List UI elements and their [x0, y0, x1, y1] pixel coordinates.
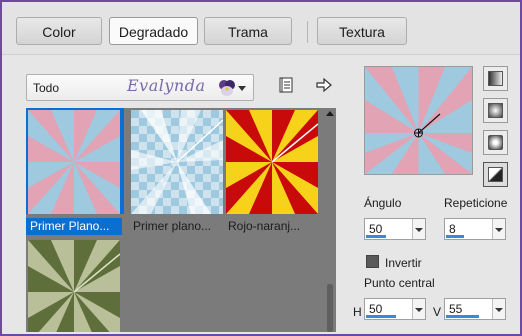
- center-v-value: 55: [449, 302, 463, 316]
- gallery-caption: Primer plano...: [133, 219, 212, 233]
- gallery-item[interactable]: [26, 108, 124, 214]
- angle-dropdown-icon[interactable]: [412, 219, 425, 239]
- linear-gradient-icon: [488, 71, 503, 86]
- center-v-slider-fill: [446, 315, 479, 318]
- gradient-preview-image: [365, 67, 472, 174]
- gallery-item[interactable]: [224, 108, 320, 214]
- linear-style-button[interactable]: [483, 66, 508, 91]
- center-point-label: Punto central: [364, 276, 435, 290]
- rectangular-gradient-icon: [488, 103, 503, 118]
- center-h-input[interactable]: 50: [364, 298, 426, 320]
- scroll-up-icon[interactable]: [326, 111, 334, 116]
- gradient-thumbnail: [226, 110, 318, 214]
- center-h-value: 50: [369, 302, 383, 316]
- tab-color[interactable]: Color: [16, 17, 102, 45]
- angle-input[interactable]: 50: [364, 218, 426, 240]
- gradient-preview[interactable]: [364, 66, 473, 175]
- gallery-scrollbar[interactable]: [324, 108, 336, 332]
- repeat-slider-fill: [446, 235, 464, 238]
- tab-bar: Color Degradado Trama Textura: [2, 2, 520, 55]
- invert-label: Invertir: [385, 256, 422, 270]
- gallery-item[interactable]: [26, 238, 122, 332]
- tab-texture[interactable]: Textura: [317, 17, 407, 45]
- invert-checkbox[interactable]: [366, 255, 379, 268]
- sunburst-gradient-icon: [488, 167, 503, 182]
- repeat-dropdown-icon[interactable]: [492, 219, 505, 239]
- watermark-logo: Evalynda: [127, 76, 206, 95]
- sunburst-style-button[interactable]: [483, 162, 508, 187]
- chevron-down-icon: [238, 86, 246, 91]
- angle-value: 50: [369, 222, 383, 236]
- center-h-dropdown-icon[interactable]: [412, 299, 425, 319]
- center-v-input[interactable]: 55: [444, 298, 506, 320]
- radial-gradient-icon: [488, 135, 503, 150]
- angle-label: Ángulo: [364, 196, 402, 210]
- radial-style-button[interactable]: [483, 130, 508, 155]
- center-v-dropdown-icon[interactable]: [492, 299, 505, 319]
- gradient-thumbnail: [131, 110, 223, 214]
- repeat-input[interactable]: 8: [444, 218, 506, 240]
- gallery-caption: Primer Plano...: [26, 218, 122, 235]
- repeat-value: 8: [449, 222, 456, 236]
- rectangular-style-button[interactable]: [483, 98, 508, 123]
- gradient-thumbnail: [28, 240, 120, 332]
- gallery-item[interactable]: [129, 108, 225, 214]
- angle-slider-fill: [366, 235, 386, 238]
- category-select-value: Todo: [33, 81, 60, 95]
- pansy-icon: [219, 80, 235, 96]
- tab-gradient[interactable]: Degradado: [109, 17, 198, 45]
- v-label: V: [433, 305, 442, 319]
- center-h-slider-fill: [366, 315, 396, 318]
- repeat-label: Repeticione: [444, 196, 508, 210]
- gradient-gallery: Primer Plano... Primer plano... Rojo-nar…: [26, 108, 336, 332]
- h-label: H: [353, 305, 362, 319]
- book-icon[interactable]: [276, 75, 296, 95]
- gradient-thumbnail: [28, 110, 120, 214]
- tab-pattern[interactable]: Trama: [204, 17, 292, 45]
- scrollbar-thumb[interactable]: [327, 284, 333, 332]
- tab-separator: [307, 21, 308, 43]
- category-select[interactable]: Todo Evalynda: [26, 74, 254, 101]
- arrow-right-icon[interactable]: [314, 75, 334, 95]
- gallery-caption: Rojo-naranj...: [228, 219, 301, 233]
